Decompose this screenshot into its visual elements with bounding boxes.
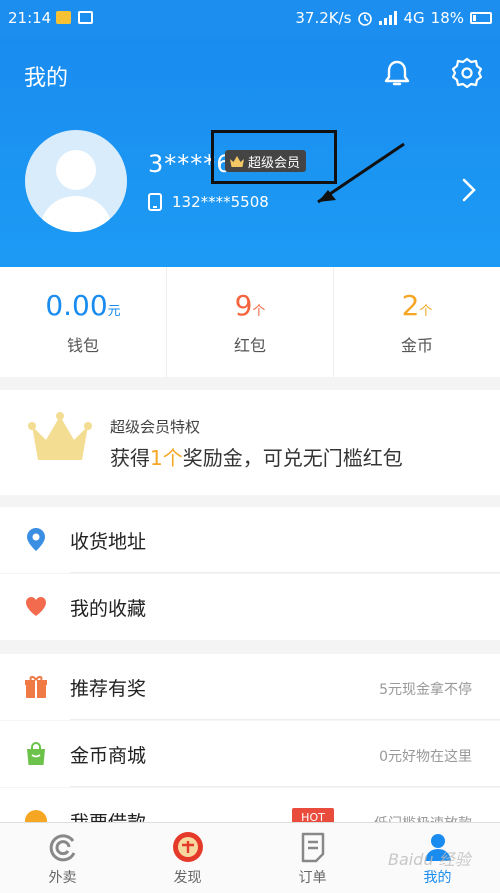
menu-hint: 5元现金拿不停 bbox=[379, 682, 472, 698]
coins-label: 金币 bbox=[400, 336, 433, 355]
settings-icon[interactable] bbox=[450, 56, 484, 90]
profile-header: 我的 3****6 超级会员 132****5508 bbox=[0, 36, 500, 267]
tab-discover[interactable]: 发现 bbox=[125, 823, 250, 893]
divider bbox=[70, 786, 500, 787]
tab-label: 发现 bbox=[173, 870, 202, 886]
vip-card-text: 获得1个奖励金，可兑无门槛红包 bbox=[110, 442, 403, 471]
gift-icon bbox=[25, 676, 47, 698]
red-packet-label: 红包 bbox=[233, 336, 266, 355]
menu-item-coin-mall[interactable]: 金币商城 0元好物在这里 bbox=[0, 721, 500, 787]
gold-crown-icon bbox=[28, 412, 92, 460]
shopping-bag-icon bbox=[27, 742, 45, 765]
divider bbox=[70, 572, 500, 573]
wallet-unit: 元 bbox=[107, 304, 121, 319]
vip-card-prefix: 获得 bbox=[110, 446, 150, 470]
watermark: Baidu 经验 bbox=[388, 850, 471, 869]
red-packet-unit: 个 bbox=[252, 304, 266, 319]
coins-unit: 个 bbox=[419, 304, 433, 319]
vip-card-suffix: 奖励金，可兑无门槛红包 bbox=[182, 446, 403, 470]
tab-label: 外卖 bbox=[48, 870, 77, 886]
wallet-value: 0.00 bbox=[45, 289, 108, 322]
notification-icon bbox=[56, 11, 71, 24]
menu-item-favorites[interactable]: 我的收藏 bbox=[0, 574, 500, 640]
coins-value-line: 2个 bbox=[334, 289, 500, 322]
menu-label: 收货地址 bbox=[70, 531, 147, 553]
stats-row: 0.00元 钱包 9个 红包 2个 金币 bbox=[0, 267, 500, 377]
avatar[interactable] bbox=[25, 130, 127, 232]
takeout-icon bbox=[49, 834, 75, 862]
menu-label: 推荐有奖 bbox=[70, 678, 147, 700]
vip-card-title: 超级会员特权 bbox=[110, 418, 201, 436]
divider bbox=[70, 719, 500, 720]
tab-orders[interactable]: 订单 bbox=[250, 823, 375, 893]
status-time: 21:14 bbox=[8, 9, 52, 27]
bell-icon[interactable] bbox=[380, 56, 414, 90]
vip-card-highlight: 1个 bbox=[150, 446, 183, 470]
red-packet-value: 9 bbox=[234, 289, 253, 322]
battery-icon bbox=[470, 12, 492, 24]
tab-takeout[interactable]: 外卖 bbox=[0, 823, 125, 893]
menu-label: 我的收藏 bbox=[70, 598, 147, 620]
wallet-label: 钱包 bbox=[66, 336, 99, 355]
heart-icon bbox=[26, 597, 46, 616]
menu-item-referral[interactable]: 推荐有奖 5元现金拿不停 bbox=[0, 654, 500, 720]
status-bar: 21:14 37.2K/s 4G 18% bbox=[0, 0, 500, 36]
chevron-right-icon[interactable] bbox=[458, 176, 480, 204]
menu-hint: 0元好物在这里 bbox=[379, 749, 472, 765]
tab-label: 订单 bbox=[298, 870, 327, 886]
wallet-value-line: 0.00元 bbox=[0, 289, 166, 322]
vip-privilege-card[interactable]: 超级会员特权 获得1个奖励金，可兑无门槛红包 bbox=[0, 390, 500, 495]
alarm-icon bbox=[358, 12, 373, 26]
stat-wallet[interactable]: 0.00元 钱包 bbox=[0, 267, 167, 377]
user-silhouette-icon bbox=[39, 150, 113, 232]
stat-red-packet[interactable]: 9个 红包 bbox=[167, 267, 334, 377]
scan-icon bbox=[78, 11, 93, 24]
location-pin-icon bbox=[27, 528, 45, 551]
tab-label: 我的 bbox=[423, 870, 452, 886]
annotation-arrow-icon bbox=[317, 142, 405, 204]
phone-number: 132****5508 bbox=[172, 193, 269, 211]
stat-coins[interactable]: 2个 金币 bbox=[334, 267, 500, 377]
battery-percent: 18% bbox=[430, 9, 464, 27]
signal-icon bbox=[379, 11, 398, 25]
discover-icon bbox=[172, 832, 203, 862]
page-title: 我的 bbox=[24, 66, 69, 91]
orders-icon bbox=[301, 832, 324, 863]
coins-value: 2 bbox=[401, 289, 420, 322]
red-packet-value-line: 9个 bbox=[167, 289, 333, 322]
network-type: 4G bbox=[403, 9, 425, 27]
menu-item-address[interactable]: 收货地址 bbox=[0, 507, 500, 573]
menu-label: 金币商城 bbox=[70, 745, 147, 767]
network-speed: 37.2K/s bbox=[295, 9, 352, 27]
phone-icon bbox=[148, 193, 162, 211]
